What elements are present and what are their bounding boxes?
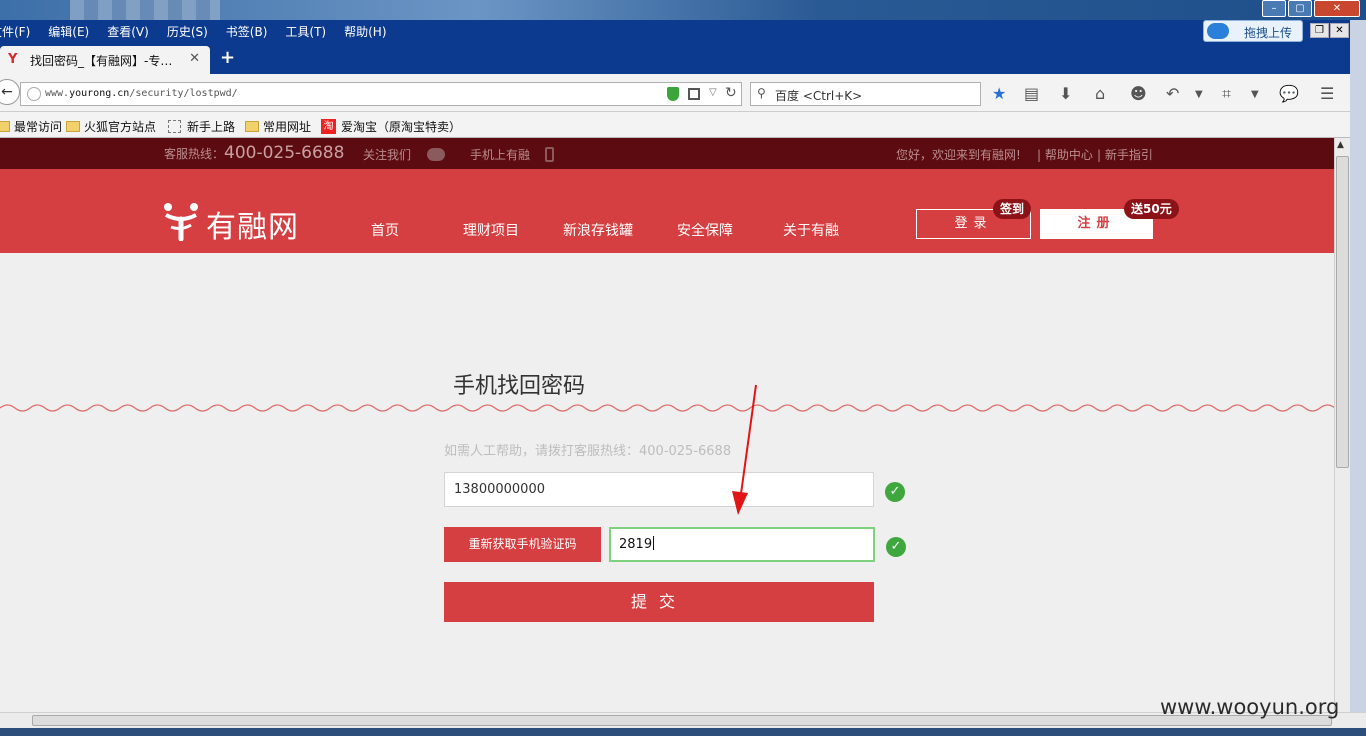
logo-text[interactable]: 有融网 (206, 202, 299, 246)
nav-products[interactable]: 理财项目 (446, 216, 536, 246)
follow-us-link[interactable]: 关注我们 (363, 146, 411, 163)
new-tab-button[interactable]: + (220, 47, 235, 68)
site-favicon-icon: Y (8, 52, 18, 67)
dropdown-arrow-icon[interactable]: ▽ (709, 87, 717, 98)
globe-icon (27, 87, 41, 101)
address-bar[interactable]: www.yourong.cn/security/lostpwd/ ▽ ↻ (20, 82, 742, 106)
tab-lostpwd[interactable]: Y 找回密码_【有融网】-专… ✕ (0, 46, 210, 74)
scroll-up-icon[interactable]: ▲ (1337, 140, 1344, 150)
chevron-down-icon[interactable]: ▼ (1251, 89, 1259, 100)
home-icon[interactable]: ⌂ (1095, 84, 1105, 103)
undo-icon[interactable]: ↶ (1166, 84, 1179, 103)
bookmark-common-sites[interactable]: 常用网址 (245, 118, 311, 135)
tab-title: 找回密码_【有融网】-专… (30, 54, 173, 68)
nav-about[interactable]: 关于有融 (766, 216, 856, 246)
newbie-guide-link[interactable]: | 新手指引 (1097, 146, 1153, 163)
folder-icon (245, 121, 259, 132)
help-hotline-text: 如需人工帮助，请拨打客服热线：400-025-6688 (444, 444, 732, 459)
code-valid-check-icon: ✓ (886, 537, 906, 557)
hamburger-menu-icon[interactable]: ☰ (1320, 84, 1334, 103)
vertical-scrollbar[interactable]: ▲ (1334, 138, 1350, 712)
signin-badge: 签到 (993, 199, 1032, 219)
resend-sms-code-button[interactable]: 重新获取手机验证码 (444, 527, 601, 562)
page-icon (168, 120, 181, 133)
menu-bar: 文件(F) 编辑(E) 查看(V) 历史(S) 书签(B) 工具(T) 帮助(H… (0, 20, 1366, 42)
nav-security[interactable]: 安全保障 (660, 216, 750, 246)
qr-code-icon[interactable] (688, 88, 700, 100)
menu-edit[interactable]: 编辑(E) (48, 23, 89, 40)
url-text: www.yourong.cn/security/lostpwd/ (45, 88, 238, 99)
phone-icon[interactable] (545, 147, 554, 162)
submit-button[interactable]: 提交 (444, 582, 874, 622)
window-title-bar (0, 0, 1366, 20)
chat-bubble-icon[interactable]: 💬 (1279, 84, 1299, 103)
search-placeholder: 百度 <Ctrl+K> (775, 89, 863, 103)
bookmark-getting-started[interactable]: 新手上路 (168, 118, 235, 135)
window-right-edge (1350, 20, 1366, 720)
bookmark-firefox-sites[interactable]: 火狐官方站点 (66, 118, 156, 135)
vertical-scroll-thumb[interactable] (1336, 156, 1349, 468)
reload-icon[interactable]: ↻ (725, 85, 737, 101)
sms-code-input[interactable]: 2819 (609, 527, 875, 562)
menu-bookmarks[interactable]: 书签(B) (226, 23, 268, 40)
site-header: 有融网 首页 理财项目 新浪存钱罐 安全保障 关于有融 登录 注册 签到 送50… (0, 169, 1334, 253)
emoji-icon[interactable]: ☻ (1130, 84, 1147, 103)
bonus-badge: 送50元 (1124, 199, 1179, 219)
watermark-text: www.wooyun.org (1160, 695, 1340, 719)
close-window-button[interactable]: ✕ (1314, 0, 1360, 17)
navigation-bar: ← www.yourong.cn/security/lostpwd/ ▽ ↻ ⚲… (0, 74, 1366, 112)
reading-list-icon[interactable]: ▤ (1024, 84, 1039, 103)
minimize-button[interactable]: – (1262, 0, 1286, 17)
wechat-icon[interactable] (427, 148, 445, 161)
upload-label: 拖拽上传 (1244, 26, 1293, 40)
welcome-text: 您好，欢迎来到有融网! (896, 148, 1021, 162)
phone-number-input[interactable]: 13800000000 (444, 472, 874, 507)
drag-upload-widget[interactable]: 拖拽上传 (1203, 20, 1303, 42)
os-taskbar (0, 728, 1366, 736)
search-box[interactable]: ⚲ 百度 <Ctrl+K> (750, 82, 981, 106)
menu-view[interactable]: 查看(V) (107, 23, 149, 40)
maximize-button[interactable]: ▢ (1288, 0, 1312, 17)
taobao-icon: 淘 (321, 119, 336, 134)
tab-bar: Y 找回密码_【有融网】-专… ✕ (0, 42, 1366, 74)
phone-valid-check-icon: ✓ (885, 482, 905, 502)
back-button[interactable]: ← (0, 79, 20, 105)
nav-sina-piggy[interactable]: 新浪存钱罐 (548, 216, 648, 246)
page-content: 客服热线：400-025-6688 关注我们 手机上有融 您好，欢迎来到有融网!… (0, 138, 1334, 712)
bookmark-star-icon[interactable]: ★ (992, 84, 1006, 103)
chevron-down-icon[interactable]: ▼ (1195, 89, 1203, 100)
page-title: 手机找回密码 (453, 374, 586, 399)
help-center-link[interactable]: | 帮助中心 (1037, 146, 1093, 163)
bookmark-ai-taobao[interactable]: 淘爱淘宝（原淘宝特卖） (321, 118, 461, 135)
horizontal-scroll-thumb[interactable] (32, 715, 1332, 726)
close-tab-icon[interactable]: ✕ (189, 51, 200, 66)
search-icon: ⚲ (757, 86, 766, 100)
bookmark-most-visited[interactable]: 最常访问 (0, 118, 62, 135)
nav-home[interactable]: 首页 (340, 216, 430, 246)
restore-button[interactable]: ❐ (1310, 23, 1329, 38)
crop-icon[interactable]: ⌗ (1222, 84, 1231, 104)
menu-tools[interactable]: 工具(T) (285, 23, 326, 40)
annotation-arrow (732, 384, 757, 515)
hotline: 客服热线：400-025-6688 (164, 143, 345, 163)
menu-help[interactable]: 帮助(H) (344, 23, 386, 40)
menu-file[interactable]: 文件(F) (0, 23, 30, 40)
mobile-app-link[interactable]: 手机上有融 (470, 146, 530, 163)
yourong-logo-icon[interactable] (163, 201, 199, 241)
blurred-title (70, 0, 220, 20)
download-icon[interactable]: ⬇ (1059, 84, 1072, 103)
top-info-strip: 客服热线：400-025-6688 关注我们 手机上有融 您好，欢迎来到有融网!… (0, 138, 1334, 169)
bookmarks-bar: 最常访问 火狐官方站点 新手上路 常用网址 淘爱淘宝（原淘宝特卖） (0, 112, 1366, 138)
shield-icon[interactable] (667, 87, 679, 101)
folder-icon (0, 121, 10, 132)
folder-icon (66, 121, 80, 132)
cloud-icon (1207, 23, 1229, 39)
menu-history[interactable]: 历史(S) (167, 23, 208, 40)
close-tab-area-button[interactable]: ✕ (1330, 23, 1349, 38)
wavy-divider (0, 404, 1334, 412)
